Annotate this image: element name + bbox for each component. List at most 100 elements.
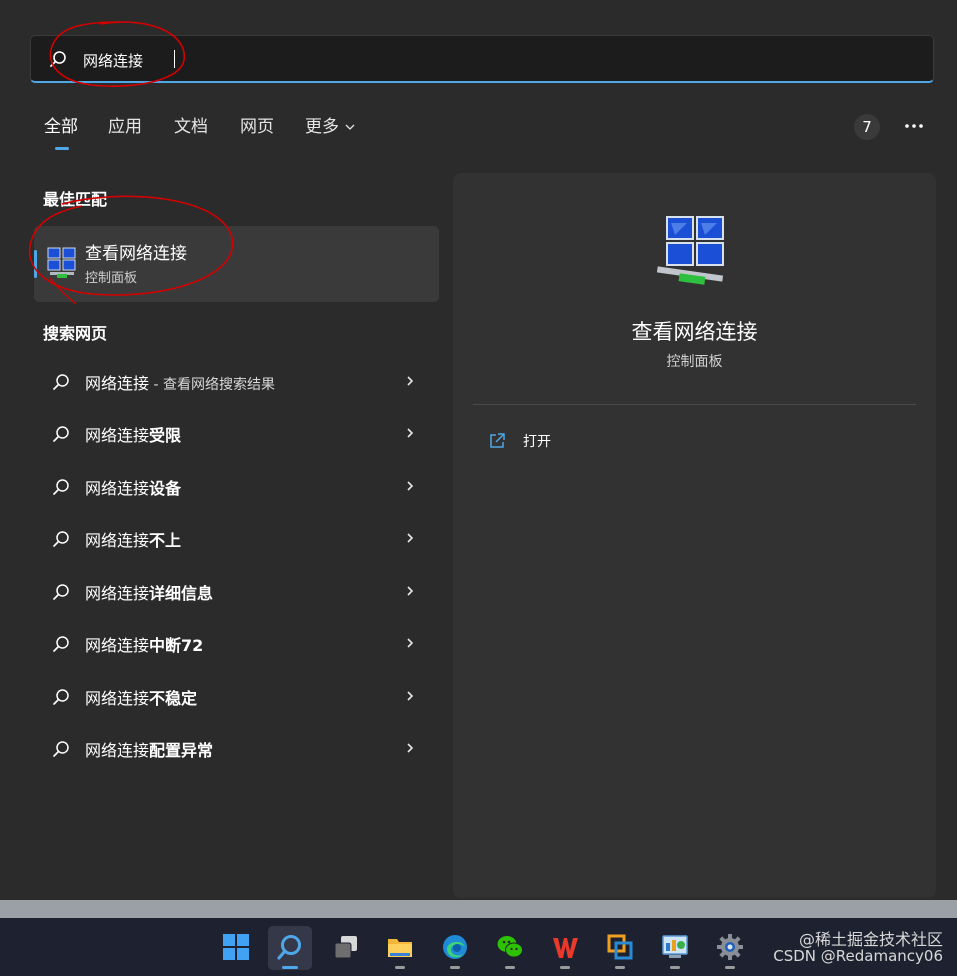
tab-all[interactable]: 全部 bbox=[44, 112, 78, 137]
result-query: 网络连接 bbox=[85, 374, 150, 393]
folder-icon bbox=[388, 939, 412, 957]
chevron-right-icon bbox=[407, 481, 414, 491]
web-result-item[interactable]: 网络连接不上 bbox=[34, 513, 439, 561]
web-result-item[interactable]: 网络连接 - 查看网络搜索结果 bbox=[34, 356, 439, 404]
result-query: 网络连接 bbox=[85, 636, 150, 655]
search-box[interactable] bbox=[30, 35, 934, 83]
web-result-item[interactable]: 网络连接不稳定 bbox=[34, 671, 439, 719]
chevron-down-icon bbox=[345, 124, 355, 130]
more-options-icon[interactable] bbox=[900, 115, 928, 137]
result-query: 网络连接 bbox=[85, 479, 150, 498]
wechat-icon bbox=[497, 936, 523, 958]
tab-documents-label: 文档 bbox=[174, 117, 208, 137]
tab-more[interactable]: 更多 bbox=[305, 112, 356, 137]
wps-office-icon bbox=[553, 938, 578, 958]
active-app-indicator bbox=[282, 966, 298, 969]
result-suffix: 详细信息 bbox=[149, 584, 214, 603]
preview-pane: 查看网络连接 控制面板 打开 bbox=[453, 173, 936, 898]
tab-apps[interactable]: 应用 bbox=[108, 112, 142, 137]
taskbar-settings[interactable] bbox=[708, 926, 752, 970]
result-suffix: 不稳定 bbox=[149, 689, 198, 708]
running-app-indicator bbox=[395, 966, 405, 969]
tab-web[interactable]: 网页 bbox=[240, 112, 274, 137]
search-icon bbox=[50, 51, 66, 67]
taskbar-edge[interactable] bbox=[433, 926, 477, 970]
windows-logo-icon bbox=[223, 934, 249, 960]
web-result-text: 网络连接不稳定 bbox=[85, 685, 197, 709]
best-match-title: 查看网络连接 bbox=[85, 244, 187, 264]
web-result-item[interactable]: 网络连接中断72 bbox=[34, 618, 439, 666]
web-result-item[interactable]: 网络连接设备 bbox=[34, 461, 439, 509]
result-count-badge[interactable]: 7 bbox=[854, 114, 880, 140]
running-app-indicator bbox=[450, 966, 460, 969]
chevron-right-icon bbox=[407, 533, 414, 543]
task-view-icon bbox=[334, 936, 357, 959]
taskbar-virtualbox[interactable] bbox=[598, 926, 642, 970]
chevron-right-icon bbox=[407, 743, 414, 753]
result-query: 网络连接 bbox=[85, 741, 150, 760]
search-icon bbox=[53, 479, 69, 495]
best-match-subtitle: 控制面板 bbox=[85, 271, 138, 286]
best-match-heading: 最佳匹配 bbox=[43, 190, 108, 209]
text-caret bbox=[174, 50, 175, 68]
search-input[interactable] bbox=[81, 46, 905, 74]
result-query: 网络连接 bbox=[85, 531, 150, 550]
search-icon bbox=[53, 689, 69, 705]
best-match-item[interactable]: 查看网络连接 控制面板 bbox=[34, 226, 439, 302]
chevron-right-icon bbox=[407, 428, 414, 438]
search-web-heading: 搜索网页 bbox=[43, 324, 108, 343]
search-icon bbox=[53, 741, 69, 757]
taskbar: @稀土掘金技术社区 CSDN @Redamancy06 bbox=[0, 918, 957, 976]
tab-more-label: 更多 bbox=[305, 117, 339, 137]
web-result-text: 网络连接详细信息 bbox=[85, 580, 213, 604]
chevron-right-icon bbox=[407, 691, 414, 701]
taskbar-wechat[interactable] bbox=[488, 926, 532, 970]
tab-all-label: 全部 bbox=[44, 117, 78, 137]
gear-icon bbox=[717, 934, 743, 960]
result-query: 网络连接 bbox=[85, 584, 150, 603]
web-result-item[interactable]: 网络连接详细信息 bbox=[34, 566, 439, 614]
web-result-item[interactable]: 网络连接配置异常 bbox=[34, 723, 439, 771]
watermark-line-2: CSDN @Redamancy06 bbox=[773, 947, 943, 965]
open-action[interactable]: 打开 bbox=[483, 428, 683, 454]
taskbar-control-panel[interactable] bbox=[653, 926, 697, 970]
taskbar-wps[interactable] bbox=[543, 926, 587, 970]
edge-browser-icon bbox=[443, 935, 467, 959]
web-result-text: 网络连接受限 bbox=[85, 422, 181, 446]
web-result-item[interactable]: 网络连接受限 bbox=[34, 408, 439, 456]
chevron-right-icon bbox=[407, 376, 414, 386]
web-result-text: 网络连接配置异常 bbox=[85, 737, 213, 761]
result-suffix: 不上 bbox=[149, 531, 182, 550]
web-result-text: 网络连接不上 bbox=[85, 527, 181, 551]
result-suffix: 受限 bbox=[149, 426, 182, 445]
desktop-background-strip bbox=[0, 900, 957, 918]
taskbar-start-button[interactable] bbox=[214, 926, 258, 970]
selection-indicator bbox=[34, 250, 37, 278]
preview-divider bbox=[473, 404, 916, 405]
virtualbox-icon bbox=[607, 934, 633, 960]
tab-web-label: 网页 bbox=[240, 117, 274, 137]
running-app-indicator bbox=[505, 966, 515, 969]
running-app-indicator bbox=[725, 966, 735, 969]
result-note: - 查看网络搜索结果 bbox=[149, 377, 275, 393]
control-panel-icon bbox=[662, 935, 688, 958]
active-tab-indicator bbox=[55, 147, 69, 150]
search-icon bbox=[53, 374, 69, 390]
tab-documents[interactable]: 文档 bbox=[174, 112, 208, 137]
chevron-right-icon bbox=[407, 638, 414, 648]
web-result-text: 网络连接 - 查看网络搜索结果 bbox=[85, 370, 275, 394]
running-app-indicator bbox=[670, 966, 680, 969]
taskbar-file-explorer[interactable] bbox=[378, 926, 422, 970]
network-connections-icon bbox=[656, 216, 724, 285]
taskbar-search-button[interactable] bbox=[268, 926, 312, 970]
preview-title: 查看网络连接 bbox=[631, 320, 758, 344]
search-icon bbox=[53, 531, 69, 547]
search-icon bbox=[53, 636, 69, 652]
result-query: 网络连接 bbox=[85, 426, 150, 445]
result-suffix: 中断72 bbox=[149, 636, 204, 655]
web-result-text: 网络连接设备 bbox=[85, 475, 181, 499]
web-result-text: 网络连接中断72 bbox=[85, 632, 203, 656]
tab-apps-label: 应用 bbox=[108, 117, 142, 137]
taskbar-task-view-button[interactable] bbox=[324, 926, 368, 970]
network-connections-icon bbox=[47, 247, 76, 278]
